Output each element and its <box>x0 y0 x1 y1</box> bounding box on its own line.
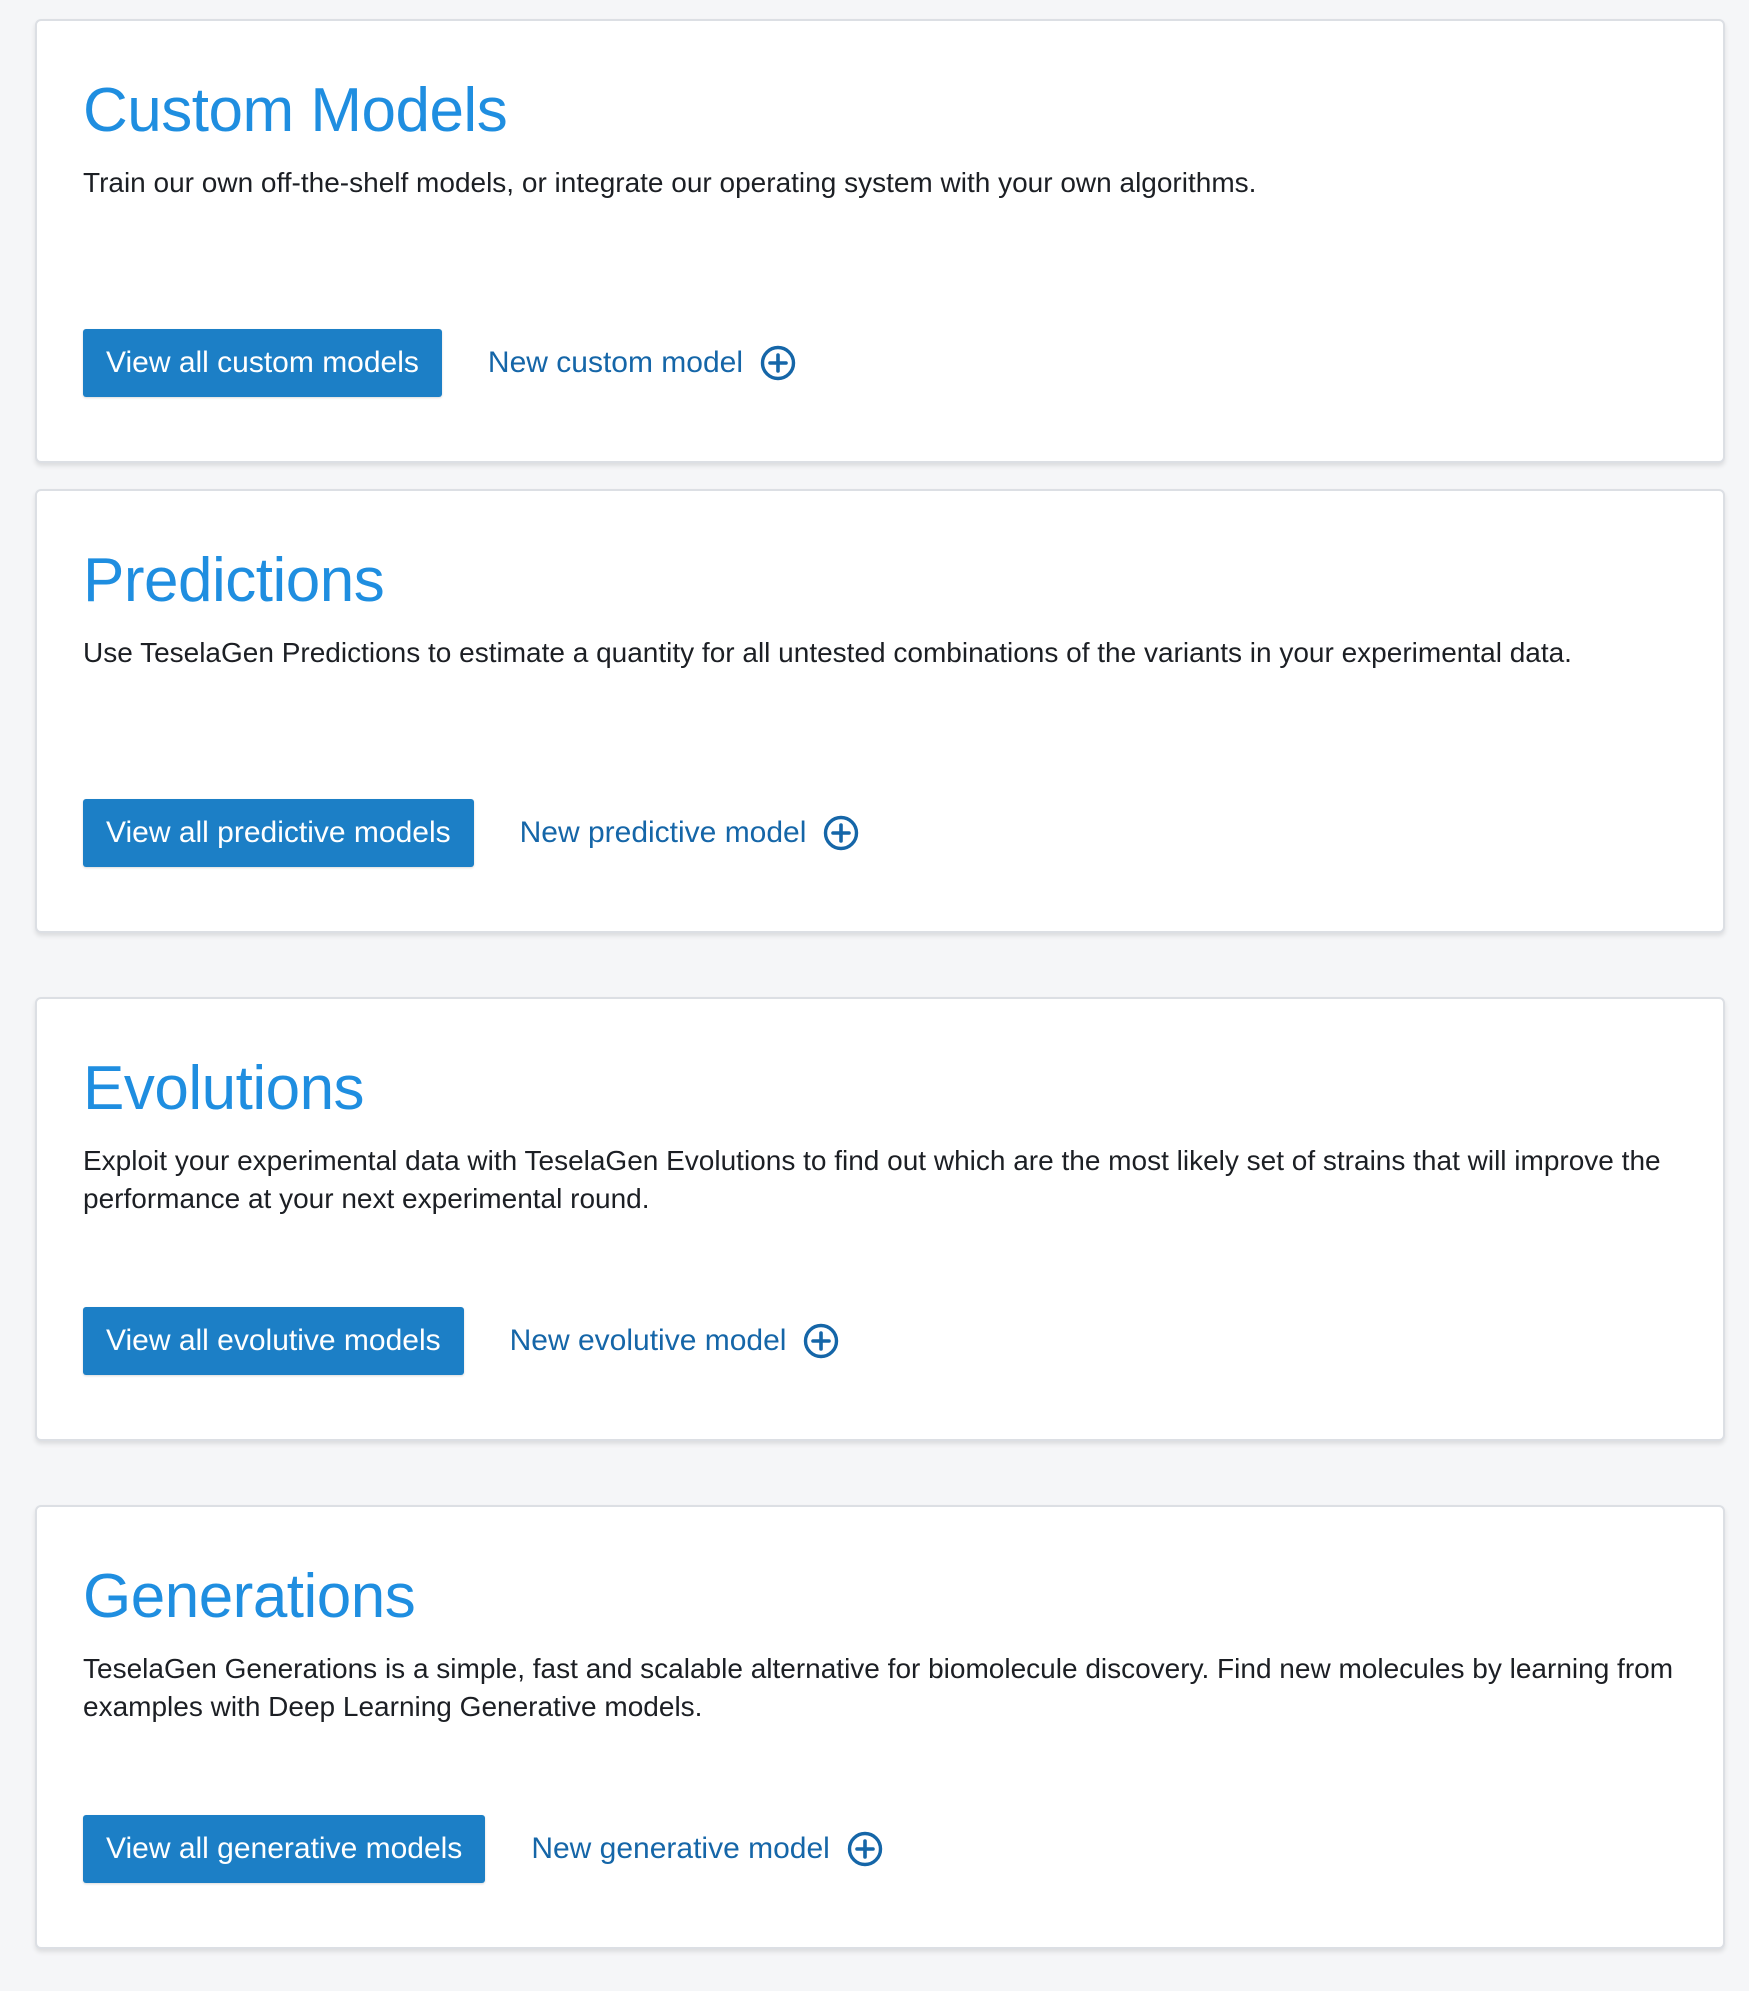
new-custom-model-link[interactable]: New custom model <box>488 329 797 397</box>
card-description: Train our own off-the-shelf models, or i… <box>83 167 1257 198</box>
card-description: Exploit your experimental data with Tese… <box>83 1145 1661 1214</box>
card-title: Evolutions <box>83 1054 365 1123</box>
view-all-predictive-models-button[interactable]: View all predictive models <box>83 799 474 867</box>
custom-models-card: Custom Models Train our own off-the-shel… <box>35 19 1725 463</box>
card-title: Predictions <box>83 546 385 615</box>
plus-circle-icon[interactable] <box>846 1830 884 1868</box>
plus-circle-icon[interactable] <box>802 1322 840 1360</box>
new-predictive-model-label: New predictive model <box>519 816 807 849</box>
new-predictive-model-link[interactable]: New predictive model <box>520 799 861 867</box>
new-custom-model-label: New custom model <box>487 346 743 379</box>
generations-card: Generations TeselaGen Generations is a s… <box>35 1505 1725 1949</box>
view-all-generative-models-button[interactable]: View all generative models <box>83 1815 486 1883</box>
card-actions: View all custom models New custom model <box>83 328 797 398</box>
card-description: TeselaGen Generations is a simple, fast … <box>83 1653 1674 1722</box>
card-actions: View all evolutive models New evolutive … <box>83 1306 840 1376</box>
new-generative-model-link[interactable]: New generative model <box>531 1815 884 1883</box>
predictions-card: Predictions Use TeselaGen Predictions to… <box>35 489 1725 933</box>
new-generative-model-label: New generative model <box>531 1832 830 1865</box>
new-evolutive-model-link[interactable]: New evolutive model <box>510 1307 841 1375</box>
view-all-evolutive-models-button[interactable]: View all evolutive models <box>83 1307 464 1375</box>
card-title: Generations <box>83 1562 416 1631</box>
new-evolutive-model-label: New evolutive model <box>509 1324 787 1357</box>
card-description: Use TeselaGen Predictions to estimate a … <box>83 637 1572 668</box>
model-cards-page: Custom Models Train our own off-the-shel… <box>0 0 1749 1991</box>
plus-circle-icon[interactable] <box>759 344 797 382</box>
card-title: Custom Models <box>83 76 508 145</box>
card-actions: View all generative models New generativ… <box>83 1814 884 1884</box>
card-actions: View all predictive models New predictiv… <box>83 798 860 868</box>
plus-circle-icon[interactable] <box>822 814 860 852</box>
view-all-custom-models-button[interactable]: View all custom models <box>83 329 442 397</box>
evolutions-card: Evolutions Exploit your experimental dat… <box>35 997 1725 1441</box>
